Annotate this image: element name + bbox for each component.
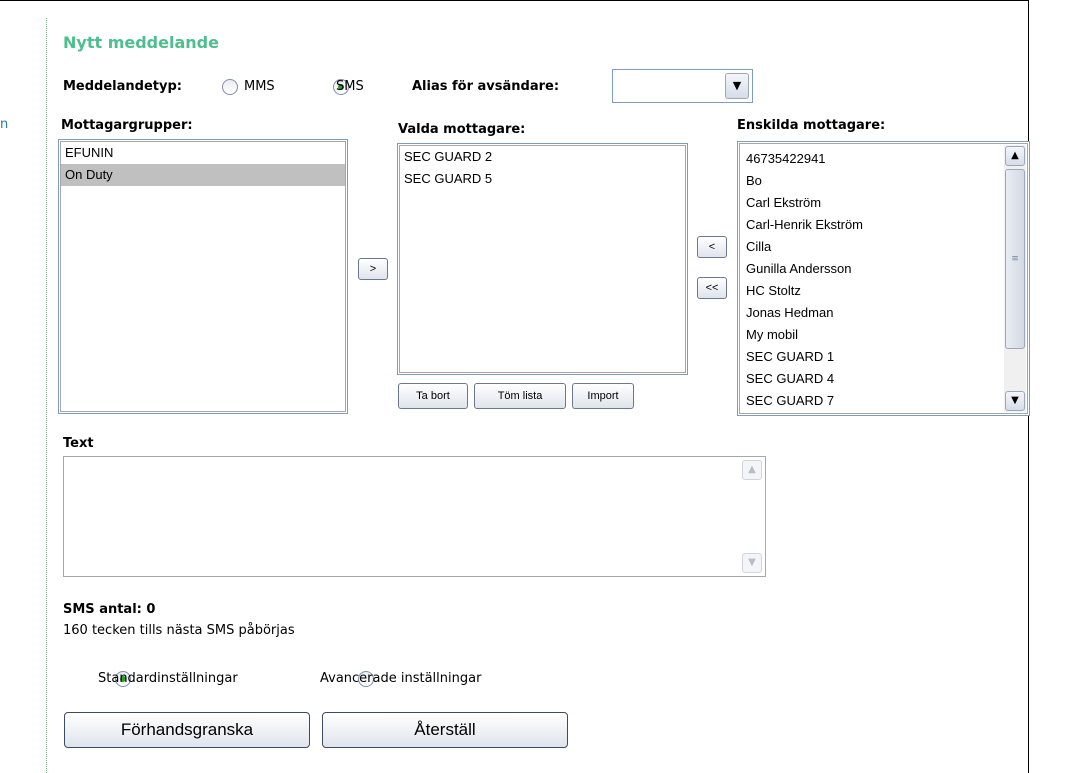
list-item[interactable]: SEC GUARD 2 <box>400 146 685 168</box>
list-item[interactable]: SEC GUARD 1 <box>740 346 1027 368</box>
individual-recipients-label: Enskilda mottagare: <box>737 118 886 133</box>
edge-text: n <box>0 117 9 132</box>
remove-all-recipients-button[interactable]: << <box>697 277 727 299</box>
selected-recipients-label: Valda mottagare: <box>398 122 526 137</box>
chevron-up-icon[interactable]: ▲ <box>1005 146 1025 166</box>
list-scrollbar[interactable]: ▲ ≡ ▼ <box>1004 145 1026 412</box>
tom-lista-button[interactable]: Töm lista <box>474 383 566 409</box>
sender-alias-select[interactable]: ▼ <box>612 69 753 103</box>
standard-settings-label: Standardinställningar <box>98 671 238 686</box>
list-item[interactable]: Gunilla Andersson <box>740 258 1027 280</box>
textarea-scrollbar: ▲ ▼ <box>741 459 763 574</box>
list-item[interactable]: 46735422941 <box>740 148 1027 170</box>
chevron-down-icon[interactable]: ▼ <box>1005 391 1025 411</box>
ta-bort-button[interactable]: Ta bort <box>398 383 468 409</box>
advanced-settings-label: Avancerade inställningar <box>320 671 482 686</box>
individual-recipients-list[interactable]: 46735422941 Bo Carl Ekström Carl-Henrik … <box>737 141 1030 416</box>
recipient-groups-label: Mottagargrupper: <box>61 118 193 133</box>
preview-button[interactable]: Förhandsgranska <box>64 712 310 748</box>
list-item[interactable]: EFUNIN <box>61 142 345 164</box>
list-item[interactable]: Carl-Henrik Ekström <box>740 214 1027 236</box>
mms-label: MMS <box>244 79 275 94</box>
chevron-down-icon: ▼ <box>742 553 762 573</box>
selected-recipients-list[interactable]: SEC GUARD 2 SEC GUARD 5 <box>397 143 688 375</box>
list-item[interactable]: My mobil <box>740 324 1027 346</box>
content-divider <box>46 18 47 773</box>
sms-label: SMS <box>336 79 364 94</box>
sms-count: SMS antal: 0 <box>63 602 156 617</box>
sender-alias-label: Alias för avsändare: <box>412 79 560 94</box>
sms-remaining-chars: 160 tecken tills nästa SMS påbörjas <box>63 623 295 638</box>
list-item[interactable]: Cilla <box>740 236 1027 258</box>
import-button[interactable]: Import <box>572 383 634 409</box>
remove-recipient-button[interactable]: < <box>697 236 727 258</box>
reset-button[interactable]: Återställ <box>322 712 568 748</box>
text-label: Text <box>63 436 94 451</box>
list-item[interactable]: SEC GUARD 7 <box>740 390 1027 412</box>
list-item[interactable]: HC Stoltz <box>740 280 1027 302</box>
list-item[interactable]: Bo <box>740 170 1027 192</box>
recipient-groups-list[interactable]: EFUNIN On Duty <box>58 139 348 414</box>
page-title: Nytt meddelande <box>63 33 219 52</box>
add-recipient-button[interactable]: > <box>358 258 388 280</box>
list-item[interactable]: SEC GUARD 5 <box>400 168 685 190</box>
message-textarea[interactable]: ▲ ▼ <box>63 456 766 577</box>
scrollbar-thumb[interactable]: ≡ <box>1005 169 1025 349</box>
list-item[interactable]: On Duty <box>61 164 345 186</box>
chevron-up-icon: ▲ <box>742 460 762 480</box>
frame-top-border <box>0 0 1029 1</box>
list-item[interactable]: SEC GUARD 4 <box>740 368 1027 390</box>
chevron-down-icon[interactable]: ▼ <box>725 73 749 99</box>
list-item[interactable]: Carl Ekström <box>740 192 1027 214</box>
mms-radio[interactable] <box>222 79 238 95</box>
message-type-label: Meddelandetyp: <box>63 79 182 94</box>
list-item[interactable]: Jonas Hedman <box>740 302 1027 324</box>
